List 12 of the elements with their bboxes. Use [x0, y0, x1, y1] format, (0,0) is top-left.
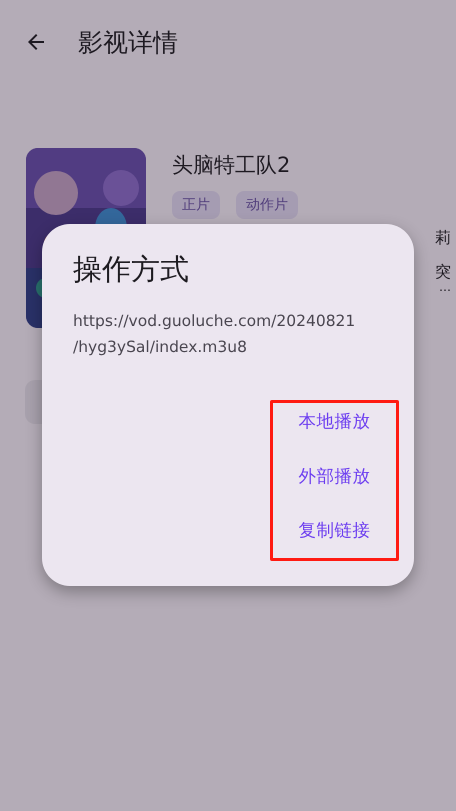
tag: 动作片	[236, 191, 298, 219]
description-text: 莉	[435, 229, 451, 247]
movie-title: 头脑特工队2	[172, 152, 292, 179]
action-button[interactable]: 复制链接	[292, 514, 376, 546]
description-text: …	[439, 281, 451, 293]
url-text: https://vod.guoluche.com/20240821 /hyg3ySal/index.m3u8	[73, 311, 356, 358]
page-title: 影视详情	[78, 26, 178, 58]
action-button[interactable]: 外部播放	[292, 460, 376, 492]
action-button[interactable]: 本地播放	[292, 405, 376, 437]
tag: 正片	[172, 191, 220, 219]
dialog-title: 操作方式	[73, 251, 190, 288]
description-text: 突	[435, 263, 451, 281]
